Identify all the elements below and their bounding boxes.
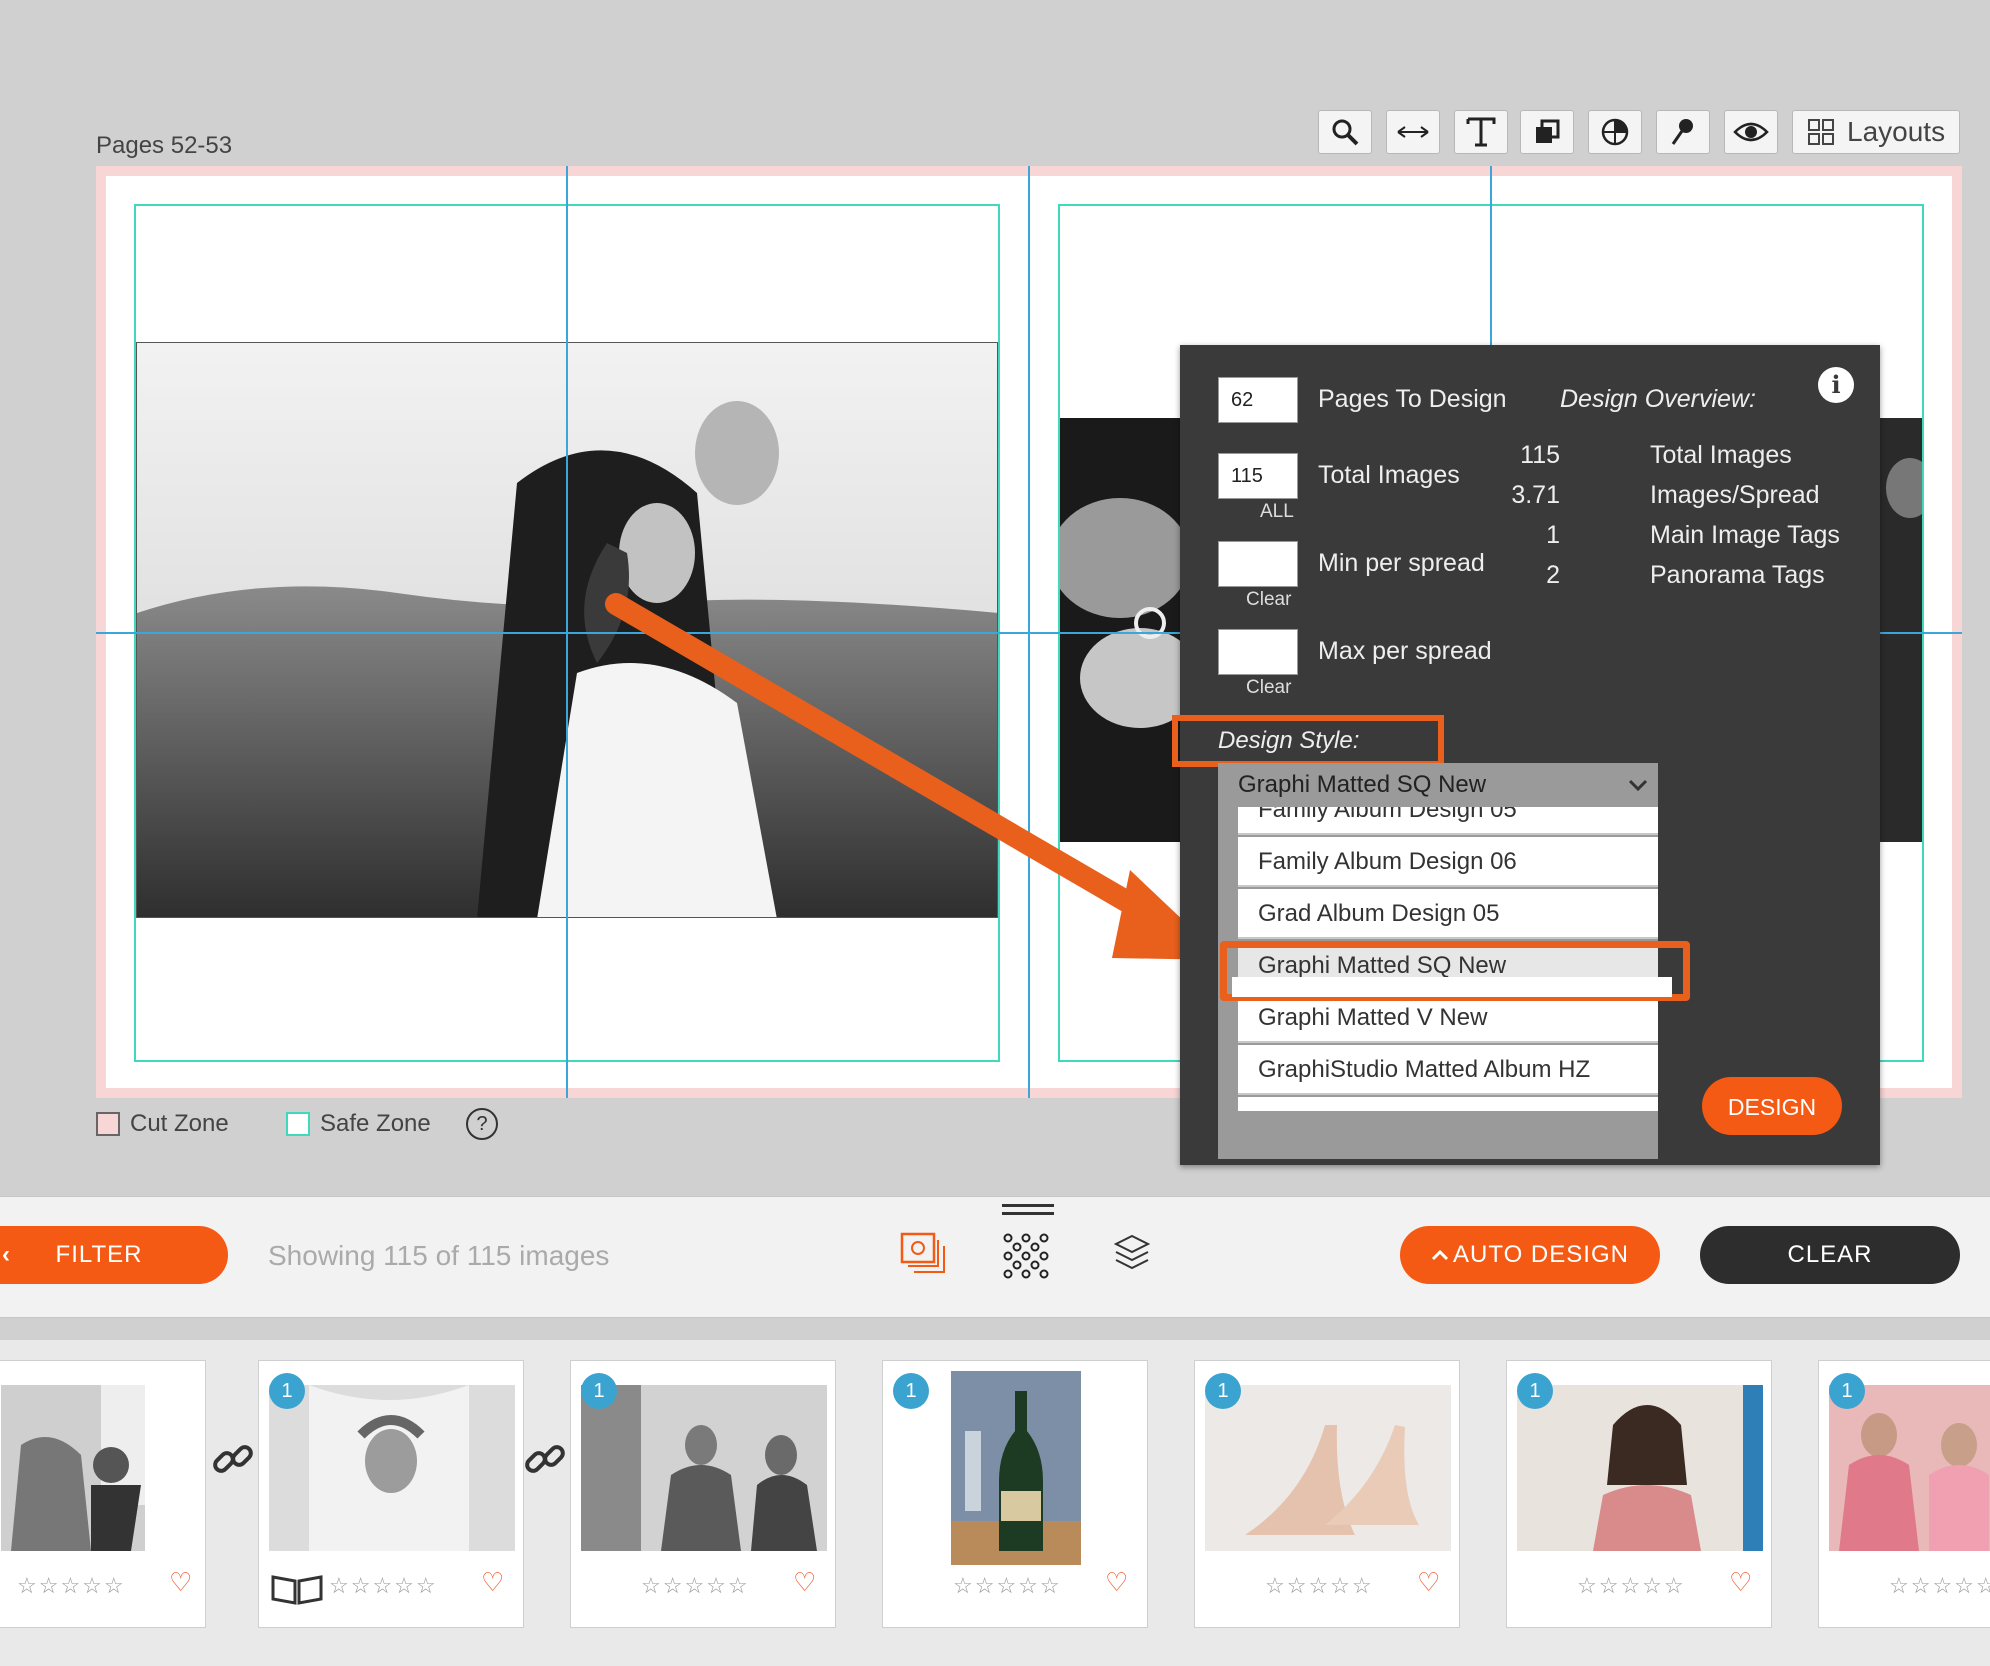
showing-count: Showing 115 of 115 images bbox=[268, 1240, 610, 1271]
cut-zone-legend: Cut Zone bbox=[96, 1110, 229, 1138]
usage-badge-5: 1 bbox=[1205, 1373, 1241, 1409]
layers-view-button[interactable] bbox=[1113, 1234, 1151, 1279]
link-icon-2[interactable] bbox=[522, 1436, 570, 1484]
thumbnail-image-1 bbox=[1, 1385, 145, 1551]
grid-view-button[interactable] bbox=[1002, 1232, 1050, 1285]
usage-badge-4: 1 bbox=[893, 1373, 929, 1409]
thumbnail-image-6 bbox=[1517, 1385, 1763, 1551]
favorite-icon-5[interactable]: ♡ bbox=[1417, 1567, 1440, 1598]
filter-label: FILTER bbox=[55, 1241, 143, 1268]
overview-images-per-spread-label: Images/Spread bbox=[1650, 481, 1820, 509]
help-icon[interactable]: ? bbox=[466, 1108, 498, 1140]
safe-zone-label: Safe Zone bbox=[320, 1110, 431, 1137]
thumbnail-card-4[interactable]: 1 ☆☆☆☆☆ ♡ bbox=[882, 1360, 1148, 1628]
min-per-spread-label: Min per spread bbox=[1318, 549, 1485, 577]
usage-badge-6: 1 bbox=[1517, 1373, 1553, 1409]
thumbnail-image-7 bbox=[1829, 1385, 1990, 1551]
book-icon bbox=[271, 1575, 323, 1605]
rating-stars-6[interactable]: ☆☆☆☆☆ bbox=[1577, 1573, 1686, 1599]
style-option-grad-05[interactable]: Grad Album Design 05 bbox=[1238, 889, 1658, 939]
design-button[interactable]: DESIGN bbox=[1702, 1077, 1842, 1135]
image-stack-view-button[interactable] bbox=[900, 1232, 946, 1281]
design-style-selected-value: Graphi Matted SQ New bbox=[1238, 771, 1487, 798]
chevron-up-icon bbox=[1431, 1249, 1449, 1261]
photo-stack-icon bbox=[900, 1232, 945, 1273]
design-style-select[interactable]: Graphi Matted SQ New bbox=[1218, 763, 1658, 807]
chevron-left-icon: ‹ bbox=[2, 1241, 11, 1268]
filter-button[interactable]: ‹ FILTER bbox=[0, 1226, 228, 1284]
overview-panorama-tags-count: 2 bbox=[1546, 561, 1560, 589]
thumbnail-card-3[interactable]: 1 ☆☆☆☆☆ ♡ bbox=[570, 1360, 836, 1628]
dot-grid-icon bbox=[1003, 1233, 1049, 1279]
rating-stars-1[interactable]: ☆☆☆☆☆ bbox=[17, 1573, 126, 1599]
link-icon-1[interactable] bbox=[210, 1436, 258, 1484]
clear-button[interactable]: CLEAR bbox=[1700, 1226, 1960, 1284]
usage-badge-3: 1 bbox=[581, 1373, 617, 1409]
rating-stars-5[interactable]: ☆☆☆☆☆ bbox=[1265, 1573, 1374, 1599]
min-per-spread-input[interactable] bbox=[1218, 541, 1298, 587]
option-mask bbox=[1232, 977, 1672, 997]
thumbnail-card-2[interactable]: 1 ☆☆☆☆☆ ♡ bbox=[258, 1360, 524, 1628]
pages-to-design-label: Pages To Design bbox=[1318, 385, 1507, 413]
design-overview-title: Design Overview: bbox=[1560, 385, 1756, 413]
chevron-down-icon bbox=[1628, 779, 1648, 792]
style-option-family-05[interactable]: Family Album Design 05 bbox=[1238, 807, 1658, 835]
style-option-graphistudio-hz[interactable]: GraphiStudio Matted Album HZ bbox=[1238, 1045, 1658, 1095]
rating-stars-7[interactable]: ☆☆☆☆☆ bbox=[1889, 1573, 1990, 1599]
auto-design-label: AUTO DESIGN bbox=[1453, 1241, 1629, 1268]
cut-zone-swatch bbox=[96, 1112, 120, 1136]
usage-badge-2: 1 bbox=[269, 1373, 305, 1409]
total-images-label: Total Images bbox=[1318, 461, 1460, 489]
layers-icon bbox=[1113, 1234, 1151, 1270]
safe-zone-swatch bbox=[286, 1112, 310, 1136]
drag-handle-line-1[interactable] bbox=[1002, 1204, 1054, 1207]
thumbnail-image-4 bbox=[951, 1371, 1081, 1565]
style-option-family-06[interactable]: Family Album Design 06 bbox=[1238, 837, 1658, 887]
thumbnail-card-6[interactable]: 1 ☆☆☆☆☆ ♡ bbox=[1506, 1360, 1772, 1628]
favorite-icon-1[interactable]: ♡ bbox=[169, 1567, 192, 1598]
safe-zone-legend: Safe Zone bbox=[286, 1110, 431, 1138]
favorite-icon-2[interactable]: ♡ bbox=[481, 1567, 504, 1598]
rating-stars-2[interactable]: ☆☆☆☆☆ bbox=[329, 1573, 438, 1599]
usage-badge-7: 1 bbox=[1829, 1373, 1865, 1409]
overview-main-image-tags-label: Main Image Tags bbox=[1650, 521, 1840, 549]
design-style-highlight bbox=[1172, 715, 1444, 767]
auto-design-button[interactable]: AUTO DESIGN bbox=[1400, 1226, 1660, 1284]
overview-main-image-tags-count: 1 bbox=[1546, 521, 1560, 549]
all-images-link[interactable]: ALL bbox=[1260, 501, 1294, 523]
favorite-icon-6[interactable]: ♡ bbox=[1729, 1567, 1752, 1598]
overview-panorama-tags-label: Panorama Tags bbox=[1650, 561, 1825, 589]
drag-handle-line-2[interactable] bbox=[1002, 1212, 1054, 1215]
favorite-icon-4[interactable]: ♡ bbox=[1105, 1567, 1128, 1598]
auto-design-panel: 62 Pages To Design 115 Total Images ALL … bbox=[1172, 345, 1880, 1165]
overview-total-images-count: 115 bbox=[1520, 441, 1560, 469]
clear-min-link[interactable]: Clear bbox=[1246, 589, 1291, 611]
info-icon[interactable]: i bbox=[1818, 367, 1854, 403]
max-per-spread-input[interactable] bbox=[1218, 629, 1298, 675]
thumbnail-card-7[interactable]: 1 ☆☆☆☆☆ bbox=[1818, 1360, 1990, 1628]
total-images-input[interactable]: 115 bbox=[1218, 453, 1298, 499]
clear-max-link[interactable]: Clear bbox=[1246, 677, 1291, 699]
pages-to-design-input[interactable]: 62 bbox=[1218, 377, 1298, 423]
thumbnail-image-3 bbox=[581, 1385, 827, 1551]
thumbnail-image-5 bbox=[1205, 1385, 1451, 1551]
favorite-icon-3[interactable]: ♡ bbox=[793, 1567, 816, 1598]
overview-total-images-label: Total Images bbox=[1650, 441, 1792, 469]
cut-zone-label: Cut Zone bbox=[130, 1110, 229, 1137]
overview-images-per-spread-count: 3.71 bbox=[1511, 481, 1560, 509]
thumbnail-card-5[interactable]: 1 ☆☆☆☆☆ ♡ bbox=[1194, 1360, 1460, 1628]
thumbnail-image-2 bbox=[269, 1385, 515, 1551]
max-per-spread-label: Max per spread bbox=[1318, 637, 1492, 665]
dropdown-list-bottom bbox=[1238, 1097, 1658, 1111]
rating-stars-3[interactable]: ☆☆☆☆☆ bbox=[641, 1573, 750, 1599]
rating-stars-4[interactable]: ☆☆☆☆☆ bbox=[953, 1573, 1062, 1599]
thumbnail-card-1[interactable]: ☆☆☆☆☆ ♡ bbox=[0, 1360, 206, 1628]
